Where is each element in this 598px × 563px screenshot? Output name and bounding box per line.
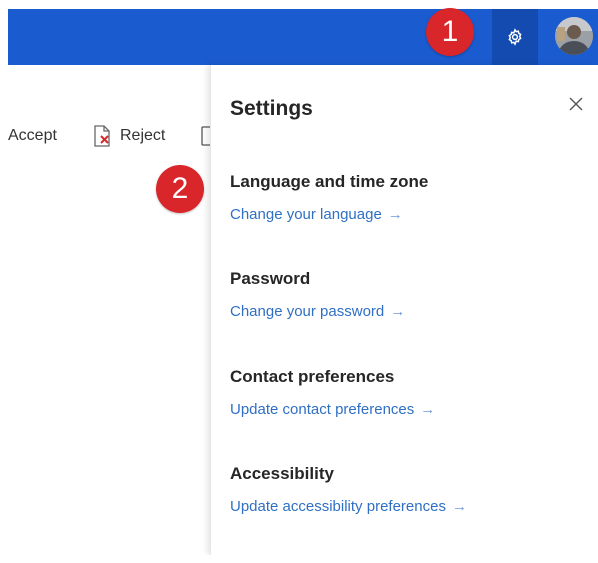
section-accessibility: Accessibility Update accessibility prefe…	[230, 463, 467, 517]
arrow-right-icon: →	[390, 303, 406, 320]
accept-button[interactable]: Accept	[8, 127, 57, 145]
avatar-image	[555, 17, 593, 55]
settings-button[interactable]	[492, 9, 538, 65]
close-icon	[569, 97, 583, 111]
gear-icon	[506, 28, 524, 46]
link-label: Change your language	[230, 206, 382, 223]
link-label: Update accessibility preferences	[230, 498, 446, 515]
reject-label: Reject	[120, 127, 166, 144]
settings-title: Settings	[230, 97, 313, 120]
change-password-link[interactable]: Change your password →	[230, 302, 405, 322]
section-title: Accessibility	[230, 464, 334, 483]
main-content-area: Accept Reject	[8, 65, 210, 555]
arrow-right-icon: →	[420, 401, 436, 418]
section-title: Language and time zone	[230, 172, 429, 191]
arrow-right-icon: →	[451, 498, 467, 515]
bottom-edge	[0, 555, 598, 563]
link-label: Update contact preferences	[230, 401, 415, 418]
change-language-link[interactable]: Change your language →	[230, 205, 428, 225]
link-label: Change your password	[230, 303, 385, 320]
settings-panel: Settings Language and time zone Change y…	[210, 65, 598, 555]
reject-button[interactable]: Reject	[92, 121, 165, 151]
more-toolbar-icon[interactable]	[201, 126, 210, 146]
screenshot-frame: 1 Accept Reject Settings Language and ti…	[0, 0, 598, 563]
section-password: Password Change your password →	[230, 268, 405, 322]
section-title: Contact preferences	[230, 367, 395, 386]
annotation-badge-1: 1	[426, 8, 474, 56]
toolbar: Accept Reject	[8, 121, 210, 151]
reject-document-icon	[92, 125, 112, 147]
section-language: Language and time zone Change your langu…	[230, 171, 428, 225]
avatar[interactable]	[555, 17, 593, 55]
update-contact-preferences-link[interactable]: Update contact preferences →	[230, 400, 435, 420]
accept-label: Accept	[8, 127, 57, 144]
arrow-right-icon: →	[387, 206, 403, 223]
close-button[interactable]	[565, 93, 587, 115]
section-contact-preferences: Contact preferences Update contact prefe…	[230, 366, 435, 420]
update-accessibility-preferences-link[interactable]: Update accessibility preferences →	[230, 497, 467, 517]
section-title: Password	[230, 269, 311, 288]
annotation-badge-2: 2	[156, 165, 204, 213]
